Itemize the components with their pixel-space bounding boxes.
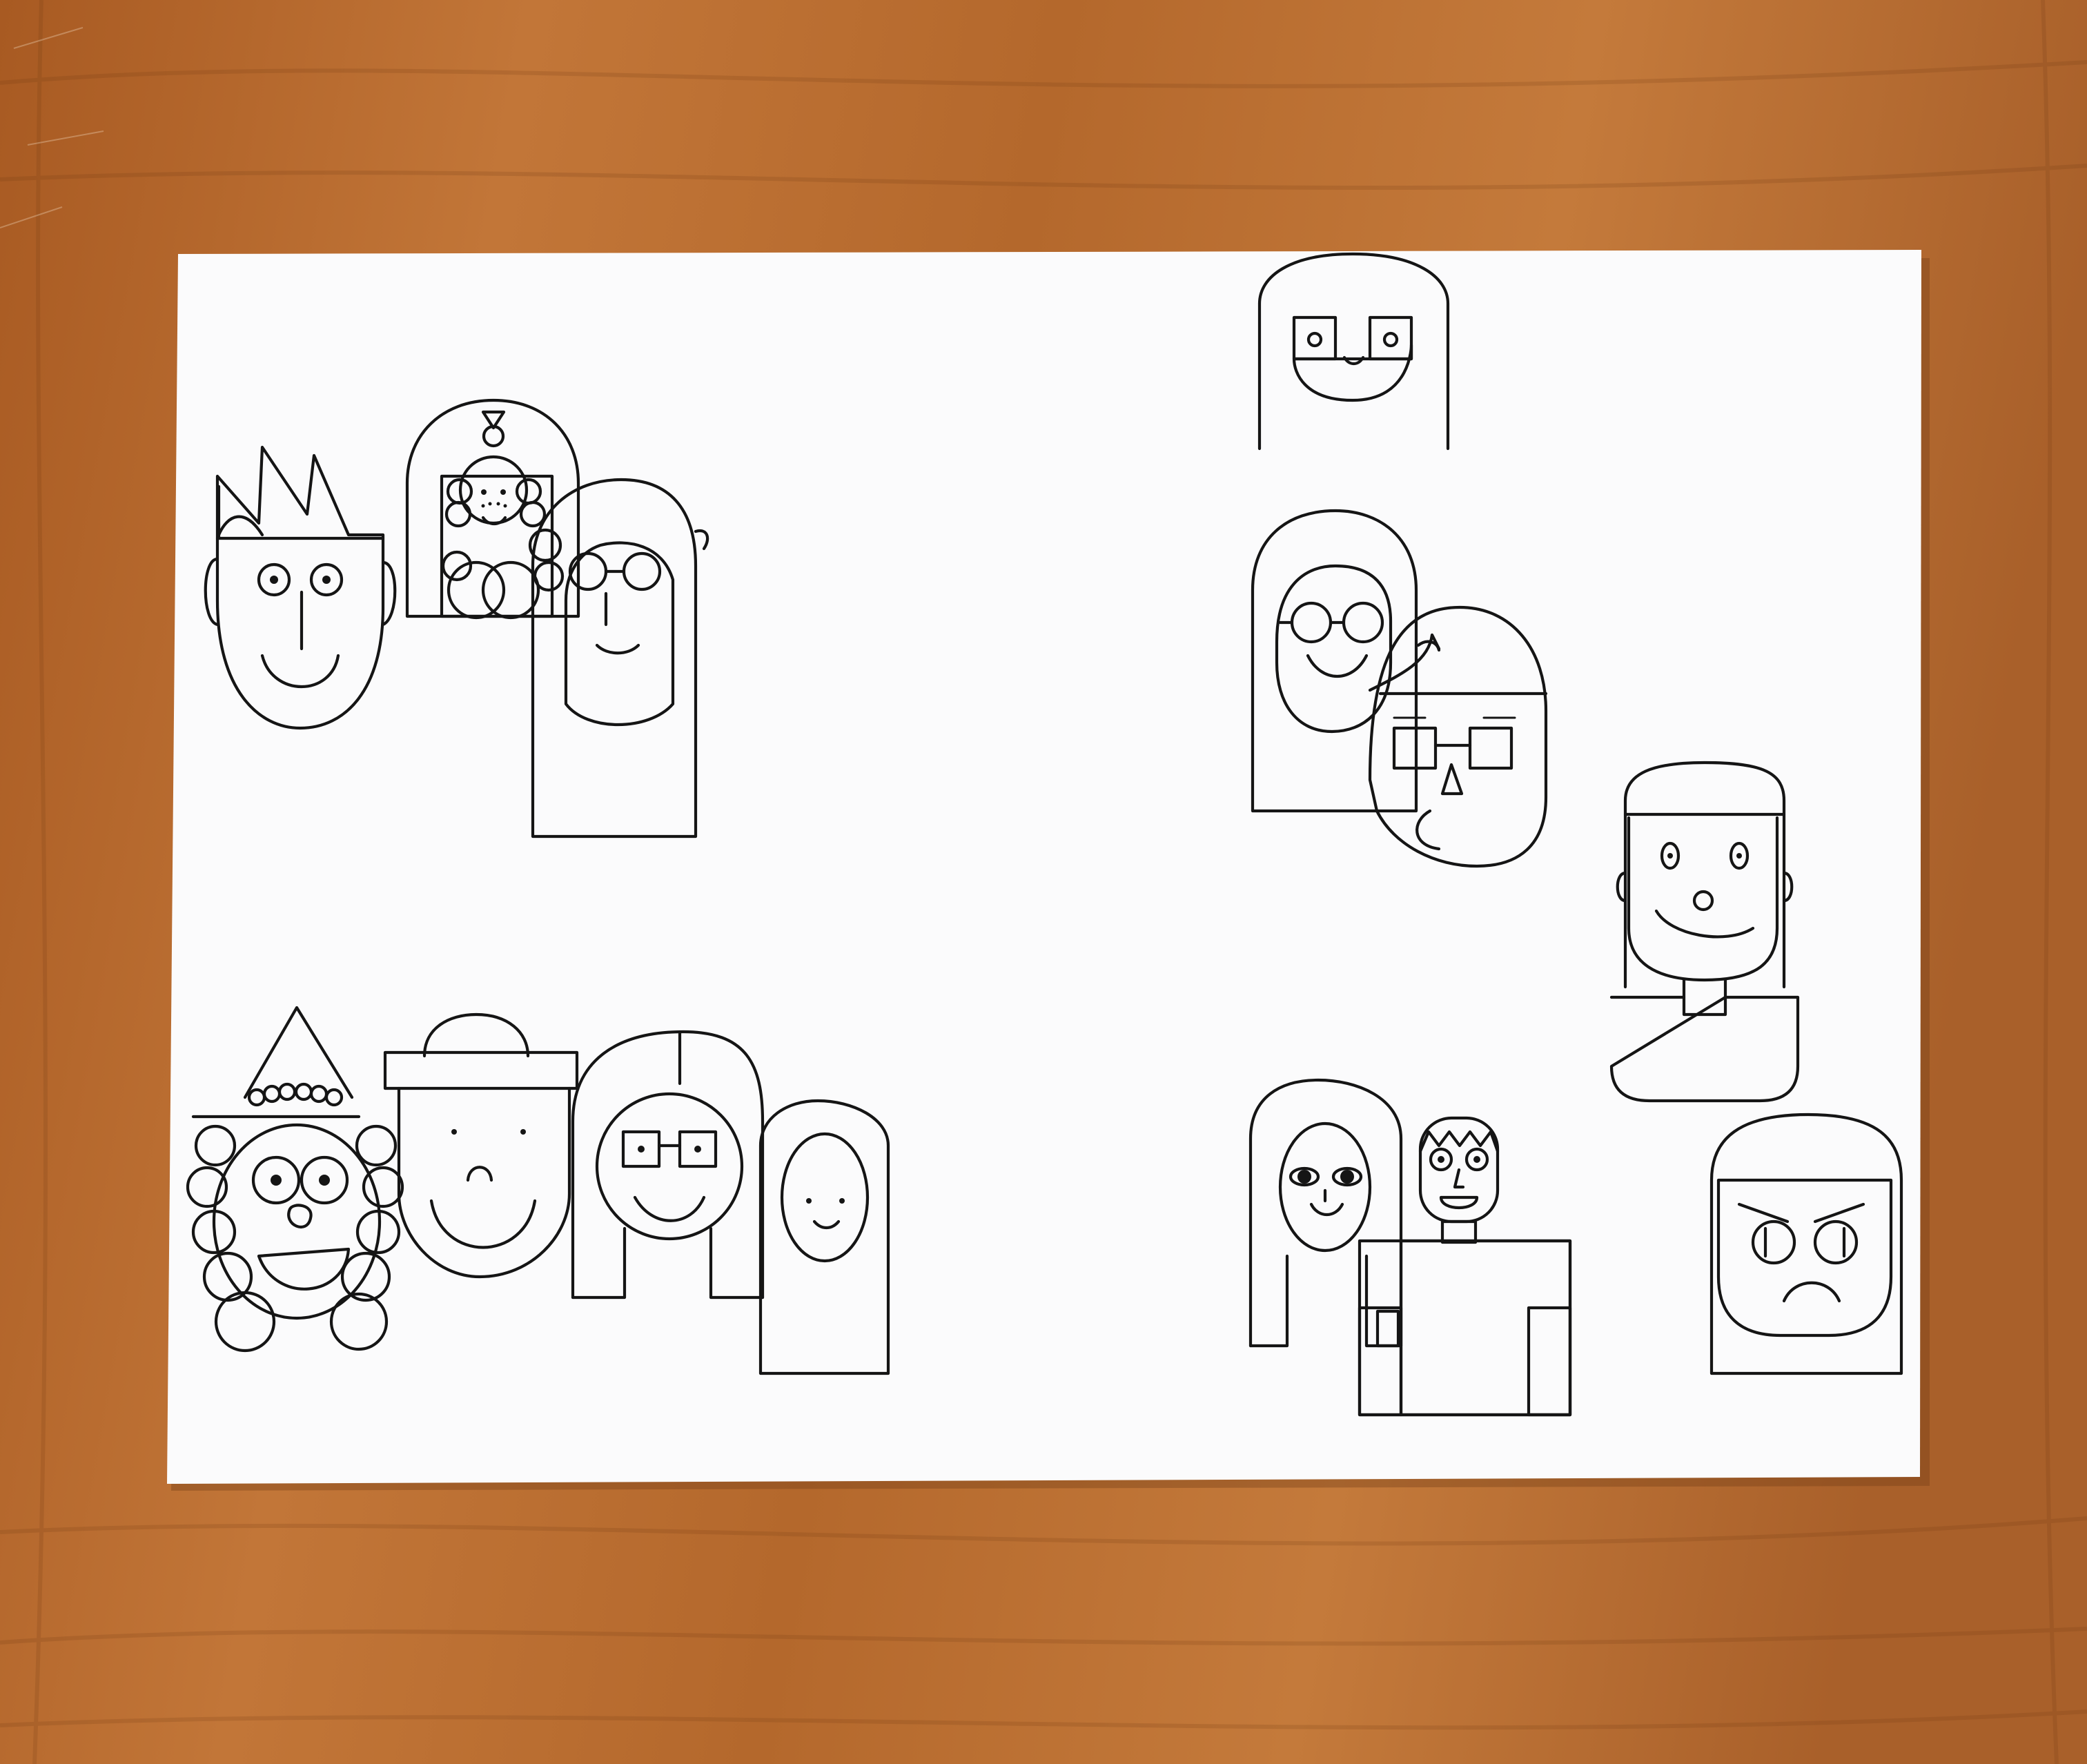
photo-scene xyxy=(0,0,2087,1764)
paper-card xyxy=(167,250,1930,1491)
